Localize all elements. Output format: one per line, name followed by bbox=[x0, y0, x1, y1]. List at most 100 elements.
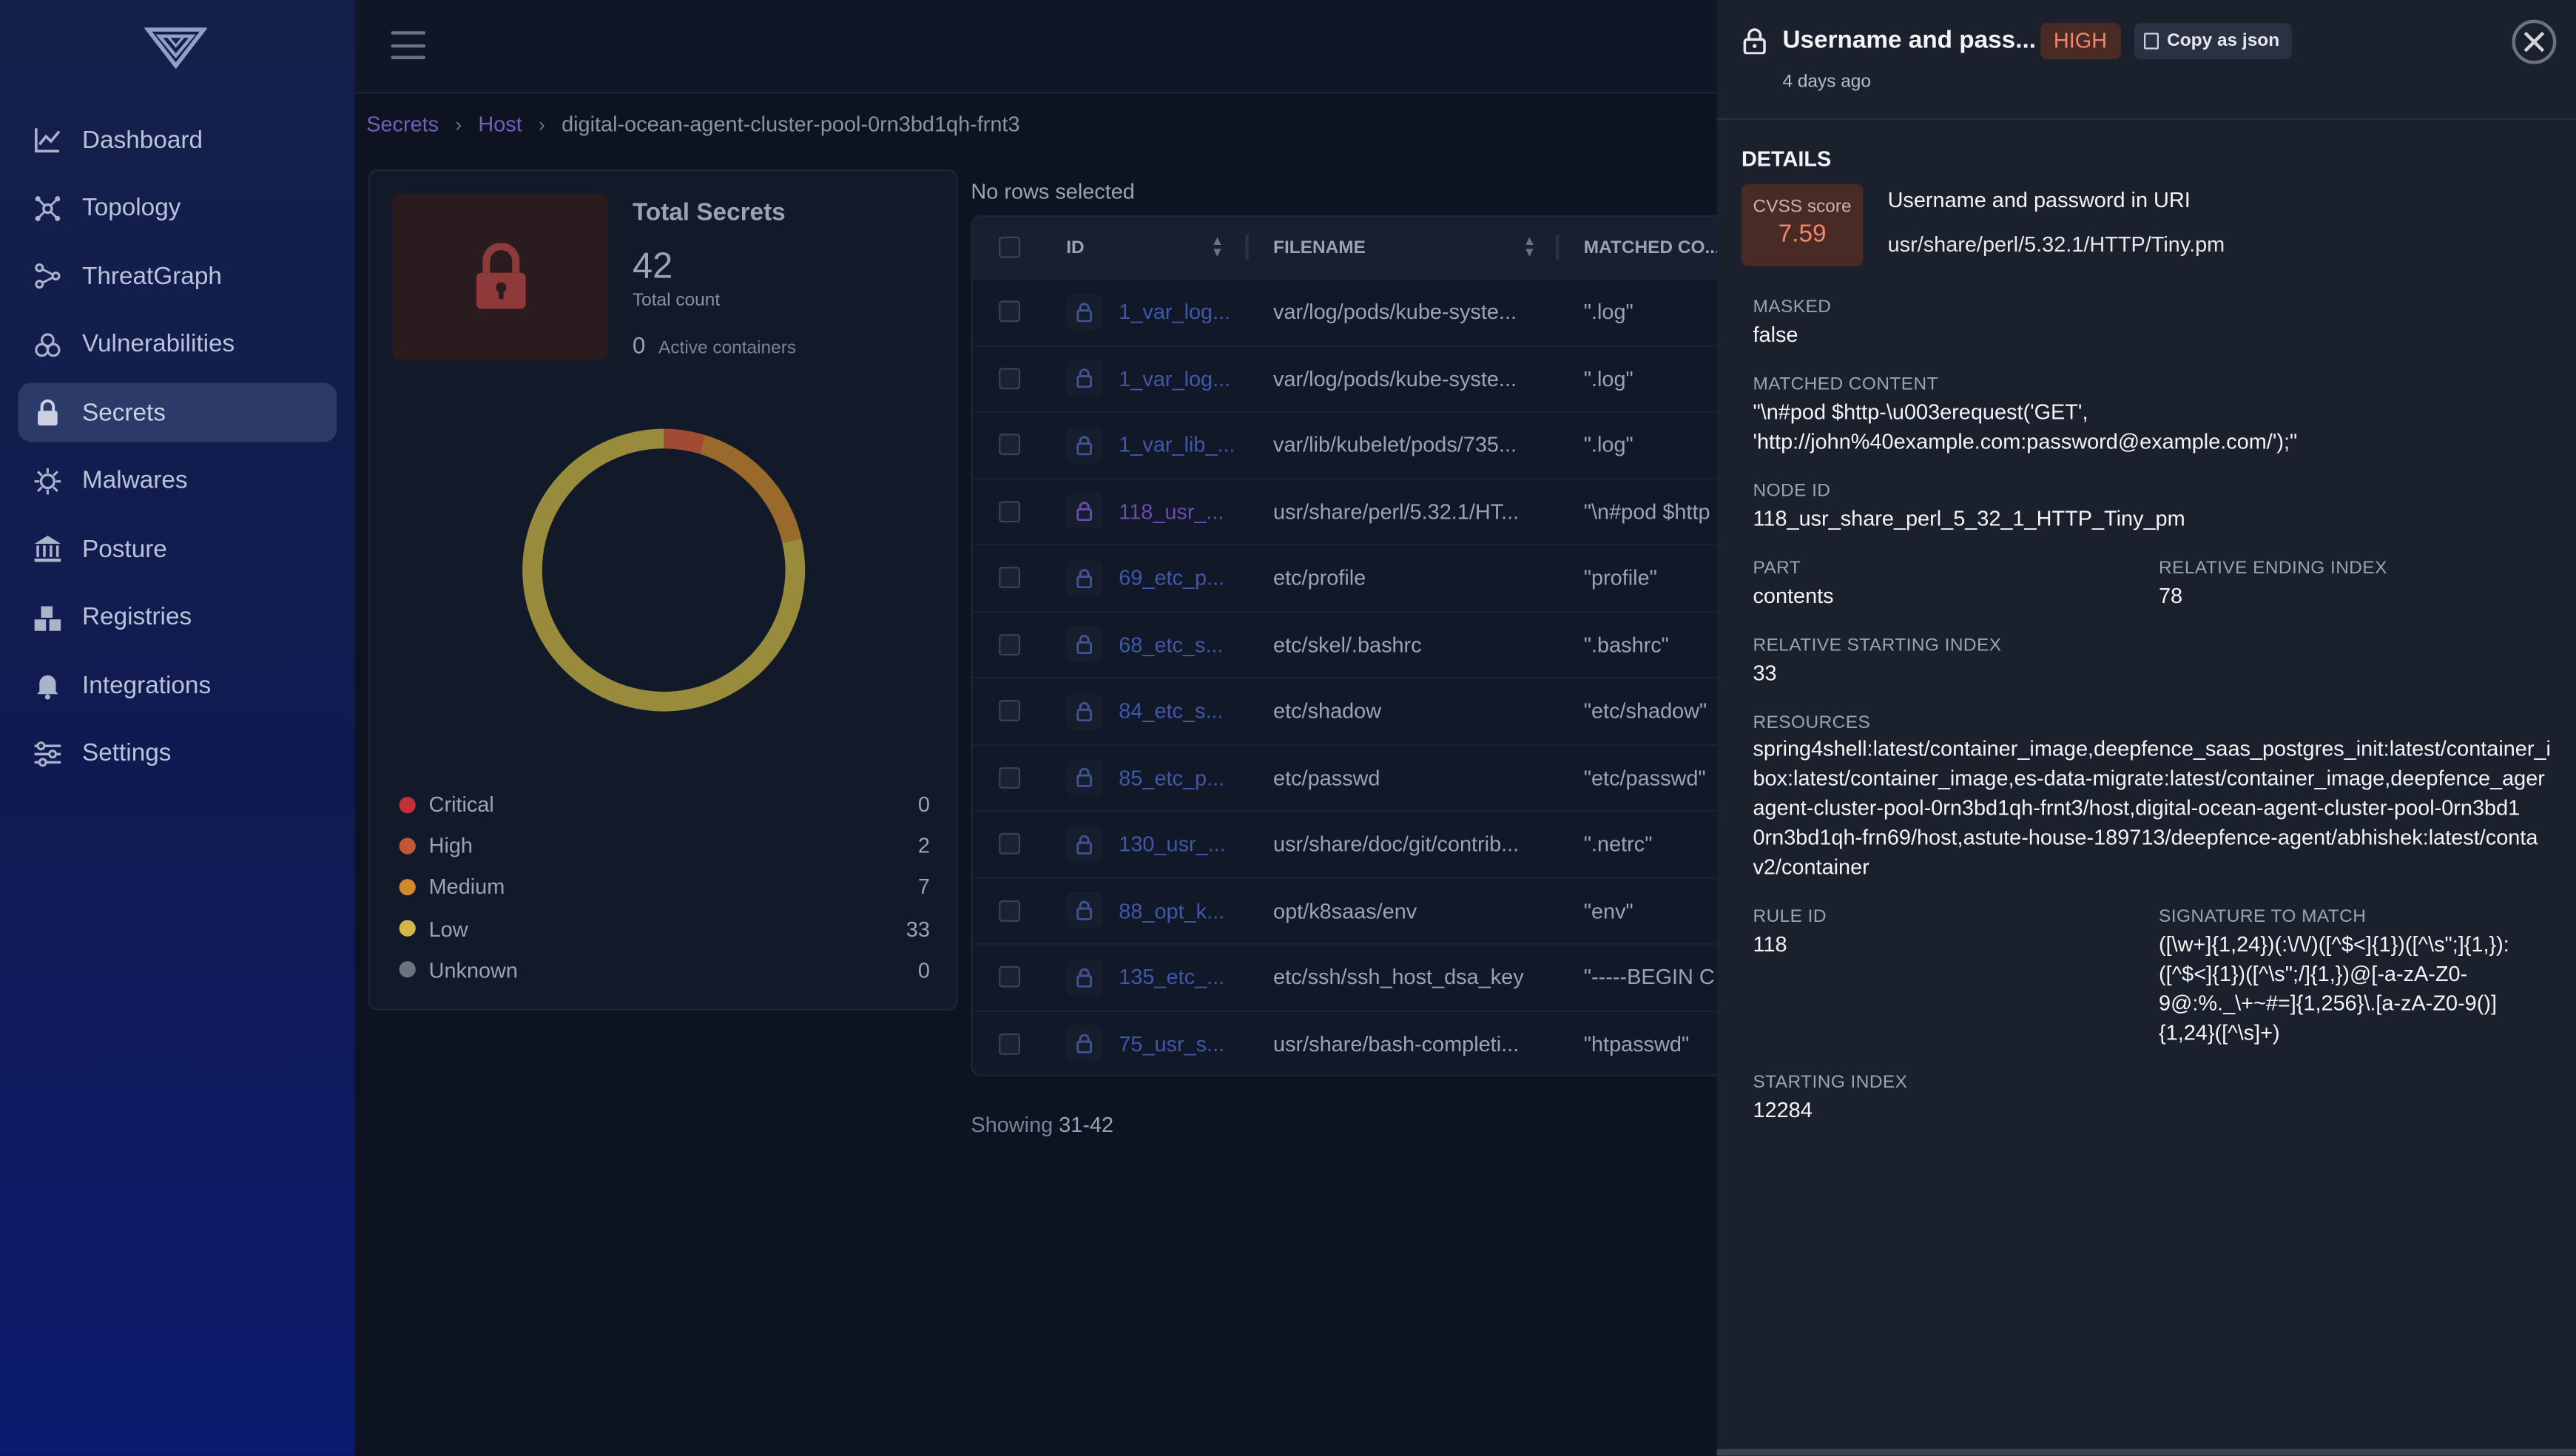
legend-item[interactable]: Low 33 bbox=[399, 908, 930, 949]
table-row[interactable]: 84_etc_s... etc/shadow "etc/shadow" bbox=[972, 676, 1725, 744]
row-checkbox[interactable] bbox=[999, 300, 1021, 323]
secret-id-link[interactable]: 1_var_log... bbox=[1119, 366, 1230, 391]
sidebar-item-topology[interactable]: Topology bbox=[18, 178, 337, 237]
legend-item[interactable]: Unknown 0 bbox=[399, 949, 930, 991]
matched-content-cell: ".log" bbox=[1583, 432, 1633, 457]
sidebar-item-vulnerabilities[interactable]: Vulnerabilities bbox=[18, 314, 337, 374]
sidebar-nav: Dashboard Topology ThreatGraph Vulnerabi… bbox=[18, 110, 337, 792]
table-row[interactable]: 68_etc_s... etc/skel/.bashrc ".bashrc" bbox=[972, 610, 1725, 677]
secrets-lock-tile bbox=[392, 194, 608, 360]
legend-value: 2 bbox=[917, 833, 930, 858]
row-checkbox[interactable] bbox=[999, 833, 1021, 855]
table-row[interactable]: 135_etc_... etc/ssh/ssh_host_dsa_key "----… bbox=[972, 943, 1725, 1010]
secret-id-link[interactable]: 75_usr_s... bbox=[1119, 1031, 1224, 1056]
filename-cell: etc/profile bbox=[1273, 565, 1366, 590]
row-checkbox[interactable] bbox=[999, 966, 1021, 988]
secret-id-link[interactable]: 88_opt_k... bbox=[1119, 898, 1224, 923]
row-checkbox[interactable] bbox=[999, 434, 1021, 456]
breadcrumb-secrets[interactable]: Secrets bbox=[366, 112, 439, 136]
legend-item[interactable]: Medium 7 bbox=[399, 866, 930, 908]
secret-id-link[interactable]: 1_var_lib_... bbox=[1119, 433, 1235, 457]
field-value-starting-index: 12284 bbox=[1753, 1097, 1813, 1122]
deepfence-logo[interactable] bbox=[144, 23, 207, 70]
sidebar-item-dashboard[interactable]: Dashboard bbox=[18, 110, 337, 169]
select-all-checkbox[interactable] bbox=[999, 236, 1021, 258]
secret-id-link[interactable]: 130_usr_... bbox=[1119, 832, 1225, 856]
secret-id-link[interactable]: 135_etc_... bbox=[1119, 965, 1224, 989]
row-checkbox[interactable] bbox=[999, 766, 1021, 789]
sidebar-item-malwares[interactable]: Malwares bbox=[18, 451, 337, 510]
donut-slice-medium[interactable] bbox=[699, 435, 802, 544]
legend-swatch bbox=[399, 796, 416, 813]
column-header-matched[interactable]: MATCHED CO... bbox=[1584, 237, 1720, 257]
table-row[interactable]: 130_usr_... usr/share/doc/git/contrib... "… bbox=[972, 809, 1725, 877]
legend-value: 33 bbox=[906, 916, 930, 941]
copy-as-json-button[interactable]: Copy as json bbox=[2134, 23, 2293, 59]
field-label-masked: MASKED bbox=[1753, 297, 1832, 317]
table-row[interactable]: 75_usr_s... usr/share/bash-completi... "ht… bbox=[972, 1009, 1725, 1075]
sidebar-item-secrets[interactable]: Secrets bbox=[18, 382, 337, 442]
sidebar: Dashboard Topology ThreatGraph Vulnerabi… bbox=[0, 0, 355, 1456]
table-row[interactable]: 1_var_log... var/log/pods/kube-syste... ".… bbox=[972, 344, 1725, 411]
lock-icon bbox=[1066, 426, 1103, 463]
active-containers: 0 Active containers bbox=[633, 332, 796, 359]
donut-slice-high[interactable] bbox=[663, 428, 706, 454]
active-count: 0 bbox=[632, 331, 646, 359]
legend-swatch bbox=[399, 920, 416, 937]
field-value-signature-line: ([^$<]{1})([^\s";/]{1,})@[-a-zA-Z0- bbox=[2158, 961, 2468, 986]
sliders-icon bbox=[33, 738, 62, 768]
sidebar-item-label: Dashboard bbox=[82, 125, 203, 154]
sidebar-item-registries[interactable]: Registries bbox=[18, 587, 337, 647]
field-value-relative-ending-index: 78 bbox=[2158, 583, 2183, 608]
copy-label: Copy as json bbox=[2167, 31, 2280, 51]
row-checkbox[interactable] bbox=[999, 633, 1021, 655]
sidebar-item-posture[interactable]: Posture bbox=[18, 519, 337, 579]
row-checkbox[interactable] bbox=[999, 1033, 1021, 1055]
filename-cell: usr/share/doc/git/contrib... bbox=[1273, 832, 1520, 857]
sidebar-item-threatgraph[interactable]: ThreatGraph bbox=[18, 246, 337, 306]
close-button[interactable] bbox=[2512, 19, 2557, 64]
field-value-relative-starting-index: 33 bbox=[1753, 660, 1777, 686]
sidebar-item-settings[interactable]: Settings bbox=[18, 724, 337, 783]
table-row[interactable]: 1_var_lib_... var/lib/kubelet/pods/735...… bbox=[972, 411, 1725, 477]
menu-icon[interactable] bbox=[391, 31, 426, 59]
field-label-relative-ending-index: RELATIVE ENDING INDEX bbox=[2158, 559, 2387, 579]
secret-id-link[interactable]: 68_etc_s... bbox=[1119, 632, 1223, 656]
secret-id-link[interactable]: 69_etc_p... bbox=[1119, 565, 1224, 590]
table-row[interactable]: 88_opt_k... opt/k8saas/env "env" bbox=[972, 876, 1725, 943]
sort-icon[interactable]: ▲ ▼ bbox=[1211, 234, 1224, 258]
sidebar-item-label: ThreatGraph bbox=[82, 262, 222, 290]
sidebar-item-integrations[interactable]: Integrations bbox=[18, 655, 337, 715]
sidebar-item-label: Secrets bbox=[82, 398, 166, 427]
lock-icon bbox=[33, 397, 62, 427]
column-header-id[interactable]: ID bbox=[1066, 237, 1084, 257]
secret-id-link[interactable]: 118_usr_... bbox=[1119, 499, 1224, 524]
sidebar-item-label: Vulnerabilities bbox=[82, 330, 235, 359]
secret-id-link[interactable]: 84_etc_s... bbox=[1119, 698, 1223, 723]
row-checkbox[interactable] bbox=[999, 567, 1021, 589]
table-body: 1_var_log... var/log/pods/kube-syste... ".… bbox=[972, 277, 1725, 1075]
breadcrumb-host[interactable]: Host bbox=[478, 112, 522, 136]
table-row[interactable]: 1_var_log... var/log/pods/kube-syste... ".… bbox=[972, 277, 1725, 344]
table-row[interactable]: 69_etc_p... etc/profile "profile" bbox=[972, 544, 1725, 610]
row-checkbox[interactable] bbox=[999, 900, 1021, 922]
field-value-signature-line: ([\w+]{1,24})(:\/\/)([^$<]{1})([^\s";]{1… bbox=[2158, 931, 2509, 957]
column-resizer[interactable] bbox=[1245, 235, 1249, 260]
drawer-scrollbar[interactable] bbox=[1716, 1449, 2576, 1456]
bank-icon bbox=[33, 534, 62, 564]
secret-id-link[interactable]: 85_etc_p... bbox=[1119, 765, 1224, 789]
row-checkbox[interactable] bbox=[999, 500, 1021, 522]
legend-item[interactable]: High 2 bbox=[399, 825, 930, 866]
secrets-table: ID ▲ ▼ FILENAME ▲ ▼ MATCHED CO... 1_var_lo… bbox=[971, 215, 1727, 1076]
column-resizer[interactable] bbox=[1556, 235, 1560, 260]
legend-item[interactable]: Critical 0 bbox=[399, 783, 930, 825]
row-checkbox[interactable] bbox=[999, 367, 1021, 389]
secret-id-link[interactable]: 1_var_log... bbox=[1119, 300, 1230, 324]
row-checkbox[interactable] bbox=[999, 700, 1021, 722]
table-row[interactable]: 85_etc_p... etc/passwd "etc/passwd" bbox=[972, 743, 1725, 810]
sort-icon[interactable]: ▲ ▼ bbox=[1523, 234, 1537, 258]
column-header-filename[interactable]: FILENAME bbox=[1273, 237, 1366, 257]
matched-content-cell: ".netrc" bbox=[1583, 832, 1653, 857]
table-row[interactable]: 118_usr_... usr/share/perl/5.32.1/HT... "\… bbox=[972, 477, 1725, 544]
breadcrumb: Secrets › Host › digital-ocean-agent-clu… bbox=[366, 112, 1019, 136]
